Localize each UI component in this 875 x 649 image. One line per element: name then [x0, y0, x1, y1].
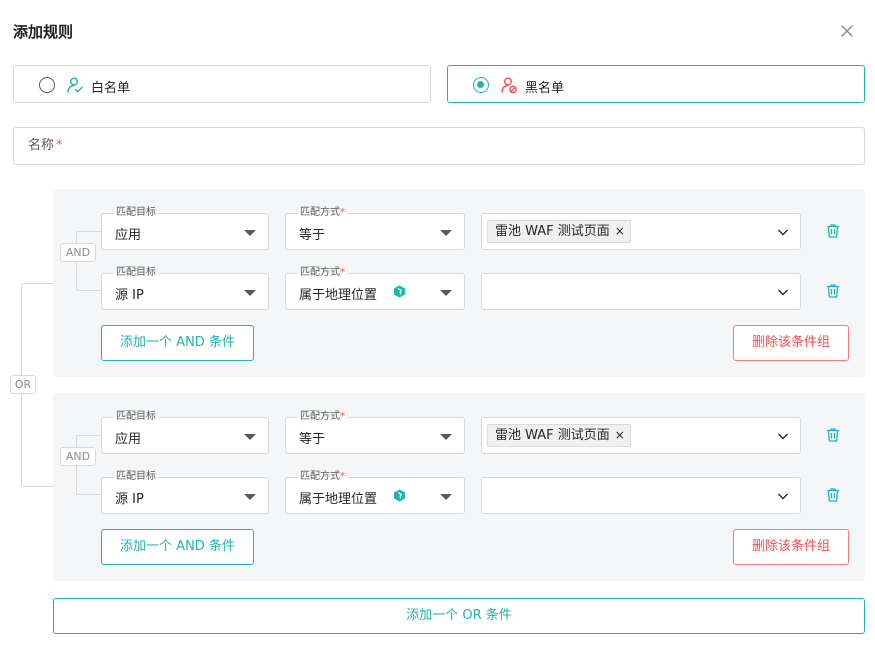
caret-down-icon — [440, 290, 452, 296]
match-target-label: 匹配目标 — [114, 471, 158, 483]
required-mark: * — [56, 138, 63, 153]
name-field-label: 名称 — [28, 138, 55, 153]
name-field[interactable]: 名称 * — [13, 127, 865, 165]
geo-location-icon — [394, 285, 405, 298]
condition-group: AND 匹配目标 应用 匹配方式* 等于 雷池 WAF 测试页面 × 匹配目标 … — [53, 189, 865, 377]
whitelist-label: 白名单 — [91, 81, 131, 96]
match-value-select[interactable]: 雷池 WAF 测试页面 × — [481, 213, 801, 250]
rule-type-blacklist[interactable]: 黑名单 — [447, 65, 865, 103]
user-check-icon — [67, 77, 83, 93]
chevron-down-icon — [778, 229, 788, 236]
tag-remove-icon[interactable]: × — [615, 425, 625, 446]
match-method-label: 匹配方式* — [298, 471, 347, 483]
chevron-down-icon — [778, 433, 788, 440]
delete-condition-icon[interactable] — [825, 427, 841, 443]
match-method-value: 属于地理位置 — [299, 288, 378, 303]
chevron-down-icon — [778, 493, 788, 500]
close-icon[interactable] — [838, 22, 856, 40]
caret-down-icon — [244, 494, 256, 500]
match-method-value: 等于 — [299, 432, 326, 447]
rule-type-whitelist[interactable]: 白名单 — [13, 65, 431, 103]
match-target-select[interactable]: 匹配目标 应用 — [101, 411, 269, 454]
user-block-icon — [501, 77, 517, 94]
dialog-title: 添加规则 — [13, 23, 74, 41]
match-method-label: 匹配方式* — [298, 411, 347, 423]
whitelist-radio[interactable] — [39, 77, 55, 93]
add-and-condition-button[interactable]: 添加一个 AND 条件 — [101, 529, 254, 565]
match-method-value: 属于地理位置 — [299, 492, 378, 507]
blacklist-radio[interactable] — [473, 77, 489, 93]
match-target-value: 源 IP — [115, 288, 144, 303]
delete-condition-icon[interactable] — [825, 223, 841, 239]
match-target-select[interactable]: 匹配目标 源 IP — [101, 267, 269, 310]
match-target-value: 应用 — [115, 228, 142, 243]
geo-location-icon — [394, 489, 405, 502]
match-method-select[interactable]: 匹配方式* 等于 — [285, 207, 465, 250]
add-and-condition-button[interactable]: 添加一个 AND 条件 — [101, 325, 254, 361]
caret-down-icon — [244, 434, 256, 440]
blacklist-label: 黑名单 — [525, 81, 565, 96]
condition-group: AND 匹配目标 应用 匹配方式* 等于 雷池 WAF 测试页面 × 匹配目标 … — [53, 393, 865, 581]
match-target-label: 匹配目标 — [114, 207, 158, 219]
and-tag: AND — [60, 447, 96, 466]
match-method-select[interactable]: 匹配方式* 属于地理位置 — [285, 471, 465, 514]
match-method-label: 匹配方式* — [298, 207, 347, 219]
match-target-select[interactable]: 匹配目标 源 IP — [101, 471, 269, 514]
match-method-select[interactable]: 匹配方式* 属于地理位置 — [285, 267, 465, 310]
delete-condition-icon[interactable] — [825, 283, 841, 299]
match-target-value: 源 IP — [115, 492, 144, 507]
delete-condition-icon[interactable] — [825, 487, 841, 503]
match-target-label: 匹配目标 — [114, 411, 158, 423]
caret-down-icon — [440, 434, 452, 440]
value-tag: 雷池 WAF 测试页面 × — [487, 220, 631, 243]
match-method-label: 匹配方式* — [298, 267, 347, 279]
match-method-select[interactable]: 匹配方式* 等于 — [285, 411, 465, 454]
match-target-value: 应用 — [115, 432, 142, 447]
match-method-value: 等于 — [299, 228, 326, 243]
delete-group-button[interactable]: 删除该条件组 — [733, 325, 849, 361]
or-tag: OR — [10, 375, 36, 394]
tag-remove-icon[interactable]: × — [615, 221, 625, 242]
match-value-select[interactable]: 雷池 WAF 测试页面 × — [481, 417, 801, 454]
caret-down-icon — [440, 230, 452, 236]
chevron-down-icon — [778, 289, 788, 296]
match-target-select[interactable]: 匹配目标 应用 — [101, 207, 269, 250]
match-value-select[interactable] — [481, 477, 801, 514]
caret-down-icon — [244, 230, 256, 236]
caret-down-icon — [440, 494, 452, 500]
caret-down-icon — [244, 290, 256, 296]
delete-group-button[interactable]: 删除该条件组 — [733, 529, 849, 565]
and-tag: AND — [60, 243, 96, 262]
value-tag: 雷池 WAF 测试页面 × — [487, 424, 631, 447]
match-value-select[interactable] — [481, 273, 801, 310]
add-or-condition-button[interactable]: 添加一个 OR 条件 — [53, 598, 865, 634]
match-target-label: 匹配目标 — [114, 267, 158, 279]
